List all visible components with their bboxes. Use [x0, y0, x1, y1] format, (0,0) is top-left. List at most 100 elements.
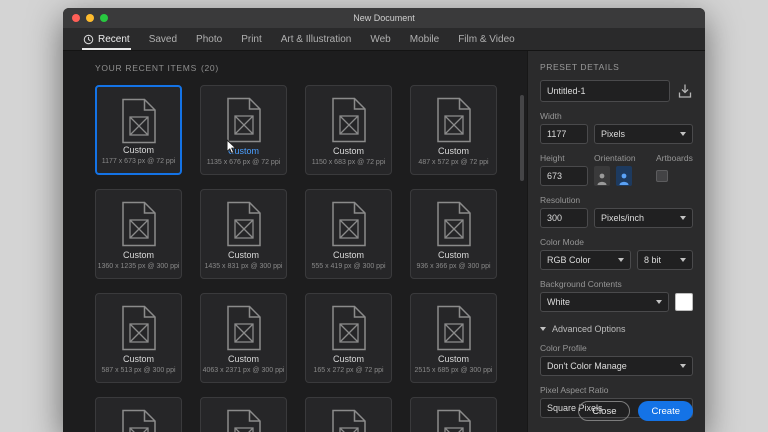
tab-recent[interactable]: Recent [82, 28, 131, 50]
recent-item-dims: 587 x 513 px @ 300 ppi [101, 367, 176, 374]
resolution-input[interactable] [540, 208, 588, 228]
tab-label: Photo [196, 33, 223, 45]
document-icon [436, 97, 471, 143]
chevron-down-icon [540, 327, 546, 331]
preset-details-title: PRESET DETAILS [540, 62, 620, 72]
recent-item-name: Custom [332, 146, 364, 156]
recent-item-card[interactable]: Custom 1150 x 683 px @ 72 ppi [305, 85, 392, 175]
recent-items-heading-text: YOUR RECENT ITEMS [95, 63, 197, 73]
advanced-options-toggle[interactable]: Advanced Options [540, 324, 693, 334]
tab-film-video[interactable]: Film & Video [458, 28, 515, 50]
recent-item-dims: 1150 x 683 px @ 72 ppi [311, 159, 386, 166]
recent-item-dims: 1360 x 1235 px @ 300 ppi [97, 263, 180, 270]
recent-items-grid: Custom 1177 x 673 px @ 72 ppi Custom 113… [95, 85, 500, 432]
tab-saved[interactable]: Saved [149, 28, 177, 50]
width-unit-value: Pixels [601, 129, 626, 139]
recent-item-card[interactable]: Custom 487 x 572 px @ 72 ppi [410, 85, 497, 175]
create-button[interactable]: Create [638, 401, 693, 421]
close-button[interactable]: Close [578, 401, 631, 421]
chevron-down-icon [680, 132, 686, 136]
tab-photo[interactable]: Photo [196, 28, 222, 50]
grid-scrollbar-thumb[interactable] [520, 95, 524, 181]
chevron-down-icon [680, 364, 686, 368]
tab-web[interactable]: Web [370, 28, 390, 50]
minimize-window-button[interactable] [86, 14, 94, 22]
background-color-swatch[interactable] [675, 293, 693, 311]
document-name-input[interactable] [540, 80, 670, 102]
tab-label: Web [370, 33, 391, 45]
document-icon [436, 201, 471, 247]
background-contents-dropdown[interactable]: White [540, 292, 669, 312]
tab-art-illustration[interactable]: Art & Illustration [281, 28, 352, 50]
recent-item-name: Custom [437, 354, 469, 364]
dialog-main: YOUR RECENT ITEMS (20) Custom 1177 x 673… [63, 51, 705, 432]
tab-mobile[interactable]: Mobile [410, 28, 439, 50]
recent-items-heading: YOUR RECENT ITEMS (20) [95, 63, 500, 73]
bit-depth-dropdown[interactable]: 8 bit [637, 250, 693, 270]
document-icon [436, 409, 471, 432]
recent-item-card[interactable]: Custom 4063 x 2371 px @ 300 ppi [200, 293, 287, 383]
advanced-options-label: Advanced Options [552, 324, 626, 334]
document-icon [226, 201, 261, 247]
zoom-window-button[interactable] [100, 14, 108, 22]
recent-item-card[interactable]: Custom 165 x 272 px @ 72 ppi [305, 293, 392, 383]
bit-depth-value: 8 bit [644, 255, 662, 265]
orientation-label: Orientation [594, 153, 636, 163]
recent-item-card[interactable]: Custom 555 x 419 px @ 300 ppi [305, 189, 392, 279]
recent-item-card[interactable]: Custom 587 x 513 px @ 300 ppi [95, 293, 182, 383]
width-input[interactable] [540, 124, 588, 144]
window-title: New Document [353, 13, 415, 23]
recent-item-name: Custom [437, 250, 469, 260]
document-icon [331, 305, 366, 351]
recent-item-name: Custom [227, 146, 259, 156]
background-contents-label: Background Contents [540, 279, 622, 289]
chevron-down-icon [680, 216, 686, 220]
recent-item-card[interactable]: Custom 1435 x 831 px @ 300 ppi [200, 189, 287, 279]
artboards-checkbox[interactable] [656, 170, 668, 182]
artboards-label: Artboards [656, 153, 693, 163]
orientation-portrait-button[interactable] [594, 166, 610, 186]
recent-item-name: Custom [332, 250, 364, 260]
recent-item-card[interactable]: Custom 1135 x 676 px @ 72 ppi [200, 85, 287, 175]
tab-label: Mobile [409, 33, 440, 45]
recent-item-card[interactable]: Custom 1360 x 1235 px @ 300 ppi [95, 189, 182, 279]
resolution-unit-dropdown[interactable]: Pixels/inch [594, 208, 693, 228]
recent-item-name: Custom [122, 250, 154, 260]
color-mode-dropdown[interactable]: RGB Color [540, 250, 631, 270]
document-icon [436, 305, 471, 351]
recent-item-card[interactable] [200, 397, 287, 432]
close-window-button[interactable] [72, 14, 80, 22]
orientation-toggle [594, 166, 656, 186]
recent-item-card[interactable]: Custom 2515 x 685 px @ 300 ppi [410, 293, 497, 383]
recent-item-card[interactable] [95, 397, 182, 432]
recent-item-card[interactable]: Custom 1177 x 673 px @ 72 ppi [95, 85, 182, 175]
recent-item-card[interactable] [410, 397, 497, 432]
recent-item-name: Custom [227, 250, 259, 260]
document-icon [226, 305, 261, 351]
tab-label: Saved [148, 33, 178, 45]
width-label: Width [540, 111, 562, 121]
recent-item-name: Custom [122, 354, 154, 364]
recent-item-dims: 1135 x 676 px @ 72 ppi [206, 159, 281, 166]
document-icon [121, 305, 156, 351]
recent-item-dims: 4063 x 2371 px @ 300 ppi [202, 367, 285, 374]
recent-item-dims: 487 x 572 px @ 72 ppi [418, 159, 489, 166]
color-profile-dropdown[interactable]: Don't Color Manage [540, 356, 693, 376]
portrait-icon [597, 173, 607, 185]
recent-item-dims: 936 x 366 px @ 300 ppi [416, 263, 491, 270]
tab-label: Print [241, 33, 262, 45]
color-profile-value: Don't Color Manage [547, 361, 627, 371]
recent-item-card[interactable] [305, 397, 392, 432]
tab-print[interactable]: Print [241, 28, 262, 50]
chevron-down-icon [656, 300, 662, 304]
document-icon [121, 201, 156, 247]
height-input[interactable] [540, 166, 588, 186]
recent-item-card[interactable]: Custom 936 x 366 px @ 300 ppi [410, 189, 497, 279]
orientation-landscape-button[interactable] [616, 166, 632, 186]
landscape-icon [619, 173, 629, 185]
tab-label: Film & Video [458, 33, 515, 45]
width-unit-dropdown[interactable]: Pixels [594, 124, 693, 144]
save-preset-icon[interactable] [677, 83, 693, 99]
window-titlebar: New Document [63, 8, 705, 28]
recent-item-dims: 1435 x 831 px @ 300 ppi [204, 263, 283, 270]
